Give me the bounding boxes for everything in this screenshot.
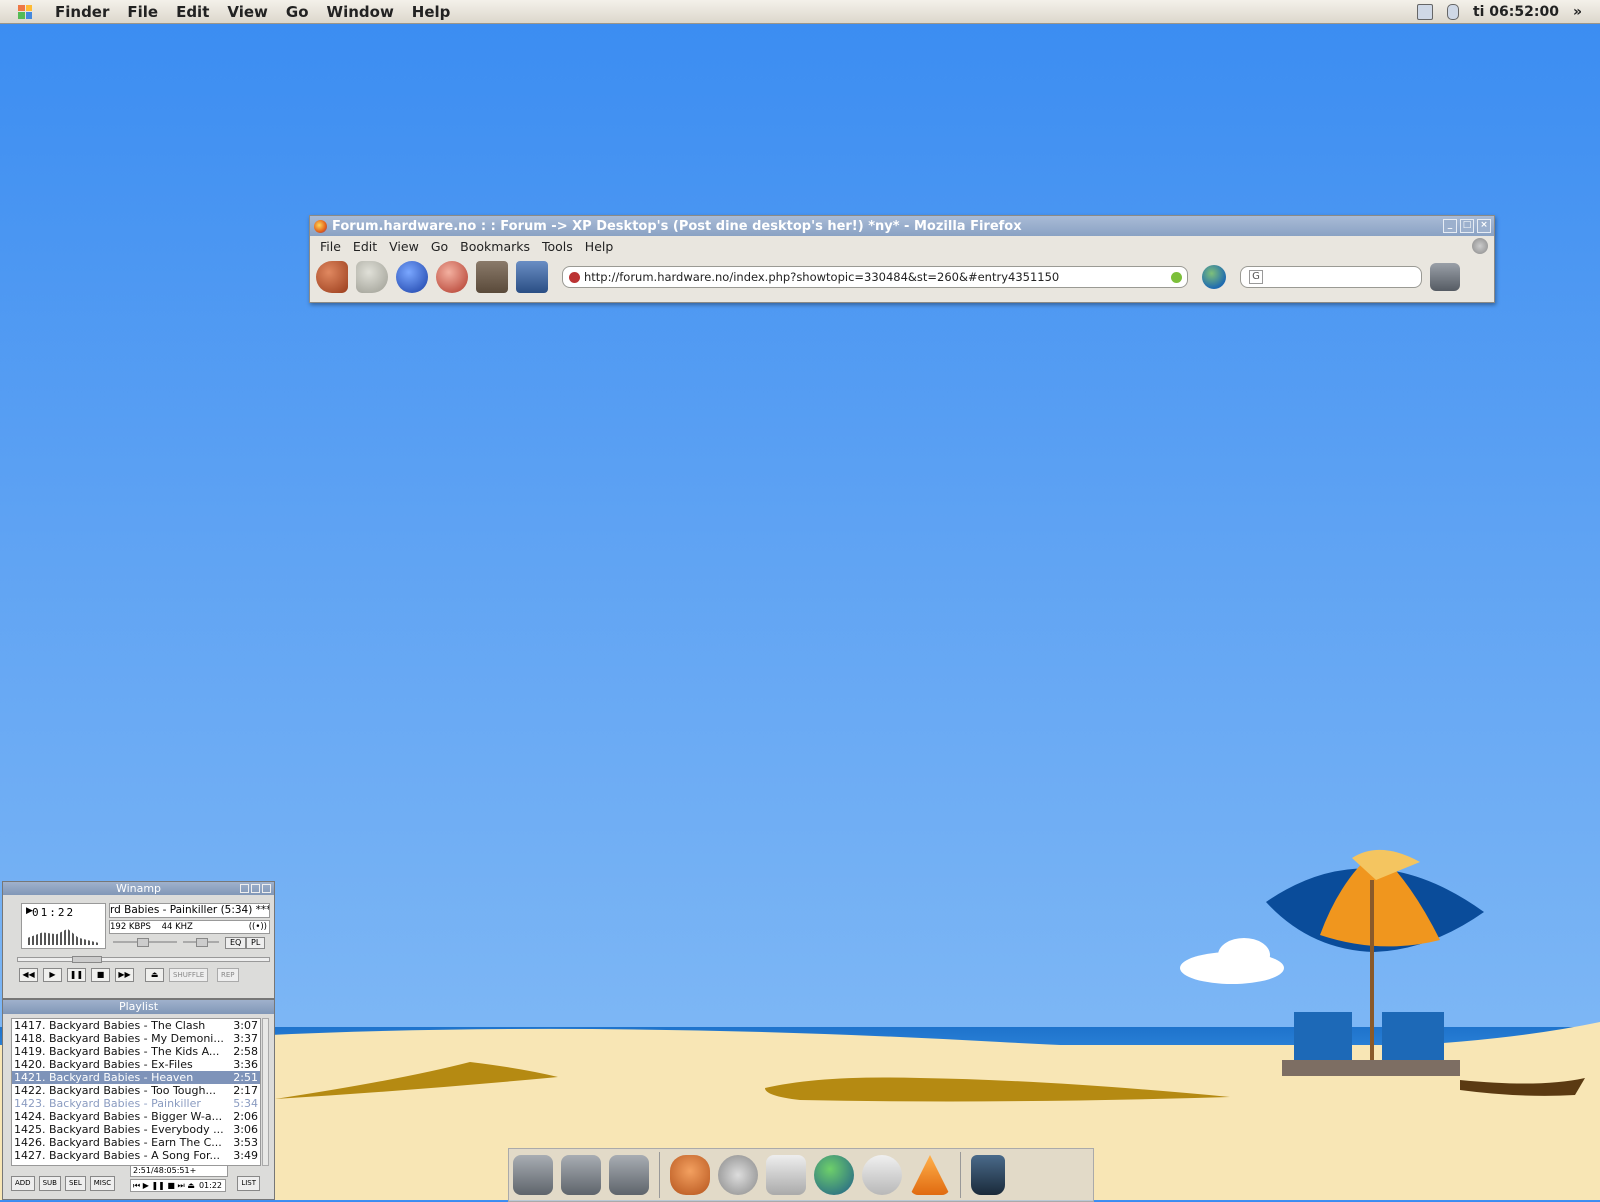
playlist-title: Playlist [118, 1000, 159, 1013]
playlist-row[interactable]: 1421. Backyard Babies - Heaven 2:51 [12, 1071, 260, 1084]
track-duration: 2:06 [233, 1110, 258, 1123]
next-button[interactable]: ▶▶ [115, 968, 134, 982]
playlist-list[interactable]: 1417. Backyard Babies - The Clash 3:07 141… [11, 1018, 261, 1166]
globe-icon[interactable] [814, 1155, 854, 1195]
dock [508, 1148, 1094, 1202]
track-title: 1426. Backyard Babies - Earn The C... [14, 1136, 222, 1149]
stereo-indicator: ((•)) [248, 922, 267, 932]
play-button[interactable]: ▶ [43, 968, 62, 982]
track-duration: 5:34 [233, 1097, 258, 1110]
track-duration: 3:36 [233, 1058, 258, 1071]
mini-time: 01:22 [198, 1181, 222, 1190]
seek-bar[interactable] [17, 956, 270, 963]
mail-icon[interactable] [766, 1155, 806, 1195]
playlist-row[interactable]: 1423. Backyard Babies - Painkiller 5:34 [12, 1097, 260, 1110]
pause-button[interactable]: ❚❚ [67, 968, 86, 982]
playlist-row[interactable]: 1422. Backyard Babies - Too Tough... 2:17 [12, 1084, 260, 1097]
list-button[interactable]: LIST [237, 1176, 260, 1191]
playlist-row[interactable]: 1427. Backyard Babies - A Song For... 3:4… [12, 1149, 260, 1162]
playback-time[interactable]: 01:22 [32, 906, 75, 919]
misc-button[interactable]: MISC [89, 1176, 116, 1191]
playlist-row[interactable]: 1426. Backyard Babies - Earn The C... 3:5… [12, 1136, 260, 1149]
track-title: 1425. Backyard Babies - Everybody ... [14, 1123, 224, 1136]
dock-separator [659, 1152, 660, 1198]
firefox-icon[interactable] [670, 1155, 710, 1195]
playlist-row[interactable]: 1420. Backyard Babies - Ex-Files 3:36 [12, 1058, 260, 1071]
playlist-row[interactable]: 1424. Backyard Babies - Bigger W-a... 2:0… [12, 1110, 260, 1123]
winamp-titlebar[interactable]: Winamp [3, 882, 274, 895]
track-title: 1418. Backyard Babies - My Demoni... [14, 1032, 224, 1045]
samplerate: 44 KHZ [161, 922, 193, 932]
winamp-title: Winamp [115, 882, 162, 895]
sub-button[interactable]: SUB [38, 1176, 61, 1191]
track-title: 1427. Backyard Babies - A Song For... [14, 1149, 220, 1162]
drive-icon[interactable] [609, 1155, 649, 1195]
transport-controls: ◀◀ ▶ ❚❚ ■ ▶▶ ⏏ [19, 968, 164, 982]
dock-separator [960, 1152, 961, 1198]
eject-button[interactable]: ⏏ [145, 968, 164, 982]
track-title: 1421. Backyard Babies - Heaven [14, 1071, 194, 1084]
trash-icon[interactable] [971, 1155, 1005, 1195]
playlist-titlebar[interactable]: Playlist [3, 1000, 274, 1014]
chair-right [1382, 1012, 1444, 1064]
add-button[interactable]: ADD [11, 1176, 35, 1191]
drive-icon[interactable] [561, 1155, 601, 1195]
track-duration: 2:17 [233, 1084, 258, 1097]
winamp-display: ▶ 01:22 [21, 903, 106, 949]
playlist-buttons: ADD SUB SEL MISC [11, 1176, 116, 1191]
vlc-icon[interactable] [910, 1155, 950, 1195]
chair-left [1294, 1012, 1352, 1064]
track-duration: 3:06 [233, 1123, 258, 1136]
cloud-puff [1218, 938, 1270, 972]
track-title: 1422. Backyard Babies - Too Tough... [14, 1084, 216, 1097]
shuffle-button[interactable]: SHUFFLE [169, 968, 209, 982]
playlist-scrollbar[interactable] [262, 1018, 269, 1166]
track-duration: 3:37 [233, 1032, 258, 1045]
webcam-icon[interactable] [718, 1155, 758, 1195]
drive-icon[interactable] [513, 1155, 553, 1195]
track-title: 1424. Backyard Babies - Bigger W-a... [14, 1110, 223, 1123]
song-ticker: rd Babies - Painkiller (5:34) *** [109, 903, 270, 918]
volume-slider[interactable] [113, 938, 177, 947]
playlist-window: Playlist 1417. Backyard Babies - The Cla… [2, 999, 275, 1200]
volume-thumb[interactable] [137, 938, 149, 947]
previous-button[interactable]: ◀◀ [19, 968, 38, 982]
bitrate: 192 KBPS [110, 922, 151, 932]
balance-slider[interactable] [183, 938, 219, 947]
chair-base [1282, 1060, 1460, 1076]
track-duration: 2:58 [233, 1045, 258, 1058]
track-duration: 3:53 [233, 1136, 258, 1149]
playlist-total-time: 2:51/48:05:51+ [130, 1165, 228, 1177]
visualizer[interactable] [28, 928, 100, 945]
eq-toggle-button[interactable]: EQ [225, 937, 247, 949]
track-duration: 3:49 [233, 1149, 258, 1162]
winamp-close-button[interactable] [262, 884, 271, 893]
playlist-mini-controls[interactable]: ⏮ ▶ ❚❚ ■ ⏭ ⏏ 01:22 [130, 1179, 226, 1192]
track-title: 1417. Backyard Babies - The Clash [14, 1019, 206, 1032]
track-title: 1420. Backyard Babies - Ex-Files [14, 1058, 193, 1071]
winamp-shade-button[interactable] [251, 884, 260, 893]
winamp-window: Winamp ▶ 01:22 rd Babies - Painkiller (5… [2, 881, 275, 999]
track-duration: 2:51 [233, 1071, 258, 1084]
repeat-button[interactable]: REP [217, 968, 239, 982]
balance-thumb[interactable] [196, 938, 208, 947]
sel-button[interactable]: SEL [64, 1176, 86, 1191]
pl-toggle-button[interactable]: PL [246, 937, 266, 949]
mini-transport-icons[interactable]: ⏮ ▶ ❚❚ ■ ⏭ ⏏ [133, 1181, 195, 1190]
playlist-row[interactable]: 1417. Backyard Babies - The Clash 3:07 [12, 1019, 260, 1032]
winamp-minimize-button[interactable] [240, 884, 249, 893]
playlist-row[interactable]: 1425. Backyard Babies - Everybody ... 3:0… [12, 1123, 260, 1136]
stream-info: 192 KBPS 44 KHZ ((•)) [109, 920, 270, 934]
seek-thumb[interactable] [72, 956, 102, 963]
stop-button[interactable]: ■ [91, 968, 110, 982]
people-icon[interactable] [862, 1155, 902, 1195]
track-title: 1423. Backyard Babies - Painkiller [14, 1097, 201, 1110]
playlist-row[interactable]: 1418. Backyard Babies - My Demoni... 3:37 [12, 1032, 260, 1045]
track-duration: 3:07 [233, 1019, 258, 1032]
playlist-row[interactable]: 1419. Backyard Babies - The Kids A... 2:5… [12, 1045, 260, 1058]
track-title: 1419. Backyard Babies - The Kids A... [14, 1045, 220, 1058]
